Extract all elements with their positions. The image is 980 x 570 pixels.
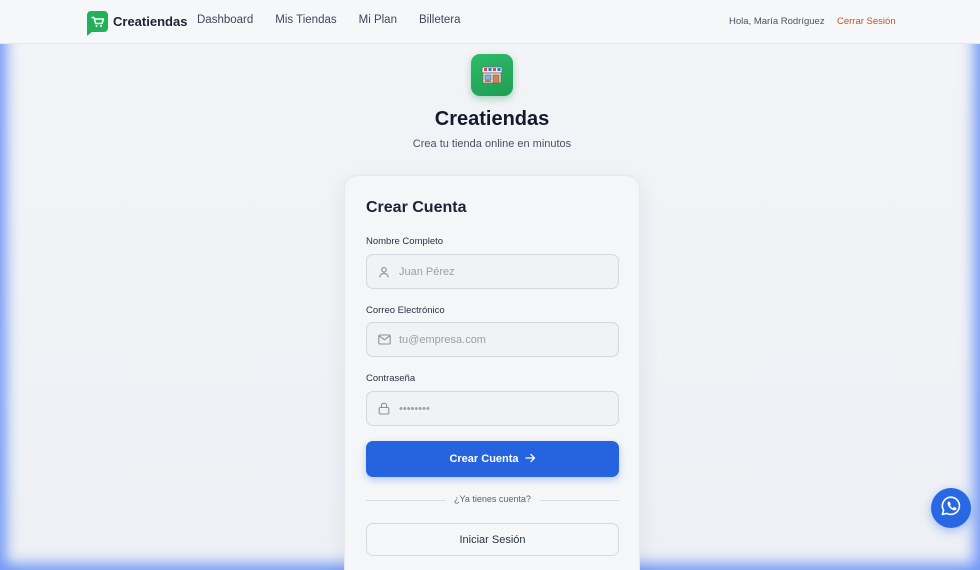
name-input[interactable]: [399, 265, 609, 278]
create-account-label: Crear Cuenta: [449, 453, 519, 465]
email-field-wrapper: [366, 322, 619, 357]
nav-link-mis-tiendas[interactable]: Mis Tiendas: [275, 14, 336, 26]
mail-icon: [377, 333, 391, 347]
user-icon: [377, 265, 391, 279]
store-icon: [471, 54, 513, 96]
password-field-wrapper: [366, 391, 619, 426]
create-account-button[interactable]: Crear Cuenta: [366, 441, 619, 477]
logout-link[interactable]: Cerrar Sesión: [837, 16, 896, 27]
form-title: Crear Cuenta: [366, 199, 467, 216]
user-greeting: Hola, María Rodríguez: [729, 16, 825, 27]
app-viewport: Creatiendas Dashboard Mis Tiendas Mi Pla…: [0, 0, 980, 570]
whatsapp-button[interactable]: [931, 488, 971, 528]
nav-links: Dashboard Mis Tiendas Mi Plan Billetera: [197, 14, 461, 26]
nav-link-mi-plan[interactable]: Mi Plan: [359, 14, 397, 26]
password-label: Contraseña: [366, 373, 416, 384]
divider-text: ¿Ya tienes cuenta?: [454, 494, 531, 504]
arrow-right-icon: [524, 453, 536, 466]
lock-icon: [377, 402, 391, 416]
brand-link[interactable]: Creatiendas: [87, 11, 188, 36]
password-input[interactable]: [399, 402, 609, 415]
cart-icon: [87, 11, 108, 36]
name-field-wrapper: [366, 254, 619, 289]
signup-card: Crear Cuenta Nombre Completo Correo Elec…: [344, 175, 640, 570]
login-button[interactable]: Iniciar Sesión: [366, 523, 619, 556]
brand-name: Creatiendas: [113, 14, 188, 29]
whatsapp-icon: [940, 495, 962, 522]
top-navbar: Creatiendas Dashboard Mis Tiendas Mi Pla…: [0, 0, 980, 44]
name-label: Nombre Completo: [366, 236, 444, 247]
or-divider: ¿Ya tienes cuenta?: [366, 494, 619, 506]
nav-link-billetera[interactable]: Billetera: [419, 14, 461, 26]
page-subtitle: Crea tu tienda online en minutos: [412, 138, 572, 150]
nav-link-dashboard[interactable]: Dashboard: [197, 14, 253, 26]
page-title: Creatiendas: [434, 108, 550, 130]
email-label: Correo Electrónico: [366, 305, 445, 316]
email-input[interactable]: [399, 333, 609, 346]
